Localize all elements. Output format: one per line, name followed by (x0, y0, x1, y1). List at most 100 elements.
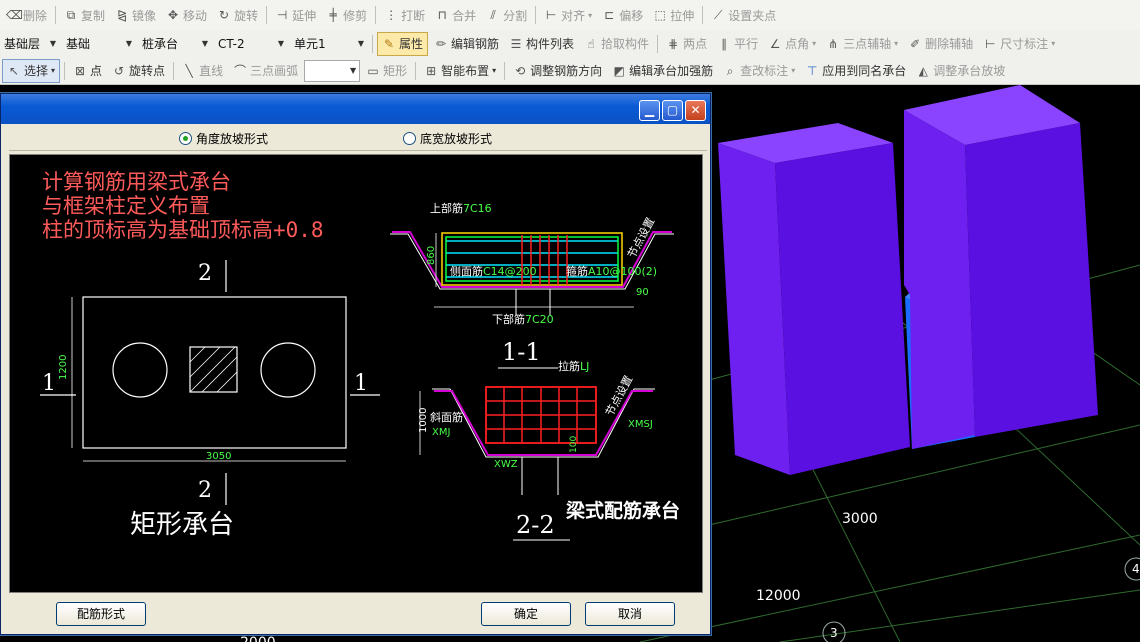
floor-select[interactable]: 基础层 ▼ (0, 33, 60, 55)
plan-view: 1200 3050 2 2 1 1 矩形承台 (40, 260, 380, 540)
chevron-down-icon: ▼ (125, 39, 132, 48)
stretch-tool[interactable]: ⬚ 拉伸 (649, 4, 698, 26)
smart-layout-icon: ⊞ (426, 63, 437, 78)
point-button[interactable]: ⊠ 点 (69, 60, 106, 82)
ok-button[interactable]: 确定 (481, 602, 571, 626)
offset-tool[interactable]: ⊏ 偏移 (598, 4, 647, 26)
extend-tool[interactable]: ⊣ 延伸 (271, 4, 320, 26)
apply-icon: ⊤ (806, 63, 818, 78)
separator (173, 61, 175, 80)
three-point-aux-button[interactable]: ⋔ 三点辅轴 ▾ (822, 33, 902, 55)
rotate-icon: ↻ (219, 8, 230, 22)
rect-button[interactable]: ▭ 矩形 (362, 60, 411, 82)
move-icon: ✥ (168, 8, 179, 22)
check-marks-icon: ⌕ (726, 63, 734, 78)
dim-100: 100 (569, 436, 579, 453)
dimension-button[interactable]: ⊢ 尺寸标注 ▾ (979, 33, 1059, 55)
two-points-button[interactable]: ⋕ 两点 (662, 33, 711, 55)
radio-angle-slope[interactable]: 角度放坡形式 (179, 130, 268, 147)
chevron-down-icon: ▼ (349, 66, 357, 75)
apply-same-name-button[interactable]: ⊤ 应用到同名承台 (801, 60, 910, 82)
copy-tool[interactable]: ⧉ 复制 (60, 4, 109, 26)
trim-tool[interactable]: ╪ 修剪 (322, 4, 371, 26)
separator (657, 34, 659, 53)
arc-button[interactable]: ⌒ 三点画弧 (229, 60, 302, 82)
align-tool[interactable]: ⊢ 对齐 ▾ (540, 4, 596, 26)
rebar-form-button[interactable]: 配筋形式 (56, 602, 146, 626)
edit-cap-rebar-button[interactable]: ◩ 编辑承台加强筋 (608, 60, 717, 82)
properties-button[interactable]: ✎ 属性 (377, 31, 429, 56)
section-mark-2-bottom: 2 (198, 478, 212, 503)
pile-circle-right (260, 342, 316, 398)
split-tool[interactable]: ⫽ 分割 (482, 4, 531, 26)
list-icon: ☰ (510, 36, 522, 51)
rotate-tool[interactable]: ↻ 旋转 (213, 4, 262, 26)
align-icon: ⊢ (545, 8, 557, 22)
adjust-cap-slope-button[interactable]: ◭ 调整承台放坡 (912, 60, 1009, 82)
grid-dim-3000: 3000 (842, 511, 878, 527)
smart-layout-button[interactable]: ⊞ 智能布置 ▾ (420, 60, 500, 82)
delete-aux-button[interactable]: ✐ 删除辅轴 (904, 33, 977, 55)
point-angle-button[interactable]: ∠ 点角 ▾ (764, 33, 820, 55)
cancel-button[interactable]: 取消 (585, 602, 675, 626)
note-line-2: 与框架柱定义布置 (42, 194, 210, 218)
merge-icon: ⊓ (437, 8, 447, 22)
note-line-3: 柱的顶标高为基础顶标高+0.8 (42, 218, 324, 242)
rotate-point-button[interactable]: ↺ 旋转点 (108, 60, 169, 82)
side-rebar-label: 侧面筋C14@200 (450, 264, 537, 278)
close-button[interactable]: ✕ (685, 100, 706, 121)
move-tool[interactable]: ✥ 移动 (162, 4, 211, 26)
right-column-3d[interactable] (904, 85, 1098, 449)
stretch-icon: ⬚ (654, 8, 666, 22)
pick-component-button[interactable]: ☝ 拾取构件 (580, 33, 653, 55)
chevron-down-icon: ▾ (894, 39, 899, 48)
dialog-titlebar[interactable]: ▁ ▢ ✕ (1, 94, 710, 124)
top-rebar-label: 上部筋7C16 (430, 201, 492, 215)
minimize-button[interactable]: ▁ (639, 100, 660, 121)
xwz-label: XWZ (494, 459, 518, 470)
arc-icon: ⌒ (234, 63, 247, 78)
slope-rebar-label: 斜面筋 (430, 410, 463, 424)
check-marks-button[interactable]: ⌕ 查改标注 ▾ (719, 60, 799, 82)
bottom-rebar-label: 下部筋7C20 (492, 312, 554, 326)
category-select[interactable]: 基础 ▼ (62, 33, 136, 55)
chevron-down-icon: ▾ (791, 66, 796, 75)
unit-select[interactable]: 单元1 ▼ (290, 33, 368, 55)
plan-width-dim: 3050 (206, 451, 231, 462)
cap-drawing: 计算钢筋用梁式承台 与框架柱定义布置 柱的顶标高为基础顶标高+0.8 1200 … (40, 170, 680, 541)
left-column-3d[interactable] (718, 123, 910, 475)
section-2-2-title: 2-2 (516, 511, 555, 539)
chevron-down-icon: ▾ (1051, 39, 1056, 48)
mirror-icon: ⧎ (117, 8, 128, 22)
set-clamp-tool[interactable]: ⟋ 设置夹点 (707, 4, 780, 26)
parallel-button[interactable]: ∥ 平行 (713, 33, 762, 55)
cap-drawing-canvas: 计算钢筋用梁式承台 与框架柱定义布置 柱的顶标高为基础顶标高+0.8 1200 … (9, 154, 703, 593)
stirrup-label: 箍筋A10@100(2) (566, 264, 657, 278)
merge-tool[interactable]: ⊓ 合并 (431, 4, 480, 26)
copy-icon: ⧉ (66, 8, 76, 22)
separator (415, 61, 417, 80)
dimension-icon: ⊢ (984, 36, 996, 51)
slope-form-radio-group: 角度放坡形式 底宽放坡形式 (9, 126, 707, 151)
axis-3-label: 3 (830, 626, 838, 640)
two-points-icon: ⋕ (668, 36, 679, 51)
element-select[interactable]: CT-2 ▼ (214, 33, 288, 55)
angle-icon: ∠ (769, 36, 781, 51)
adjust-rebar-dir-button[interactable]: ⟲ 调整钢筋方向 (509, 60, 606, 82)
select-button[interactable]: ↖ 选择 ▾ (2, 58, 61, 83)
maximize-button[interactable]: ▢ (662, 100, 683, 121)
arc-mode-select[interactable]: ▼ (304, 59, 361, 82)
xmsj-label: XMSJ (628, 419, 653, 430)
type-select[interactable]: 桩承台 ▼ (138, 33, 212, 55)
maximize-icon: ▢ (666, 103, 679, 117)
break-tool[interactable]: ⋮ 打断 (380, 4, 429, 26)
radio-width-slope[interactable]: 底宽放坡形式 (403, 130, 492, 147)
axis-4-label: 4 (1132, 562, 1140, 576)
edit-rebar-button[interactable]: ✏ 编辑钢筋 (430, 33, 503, 55)
delete-tool[interactable]: ⌫ 删除 (2, 4, 51, 26)
line-button[interactable]: ╲ 直线 (178, 60, 227, 82)
component-list-button[interactable]: ☰ 构件列表 (505, 33, 578, 55)
section-mark-1-right: 1 (354, 371, 368, 396)
mirror-tool[interactable]: ⧎ 镜像 (111, 4, 160, 26)
rotate-point-icon: ↺ (114, 63, 125, 78)
